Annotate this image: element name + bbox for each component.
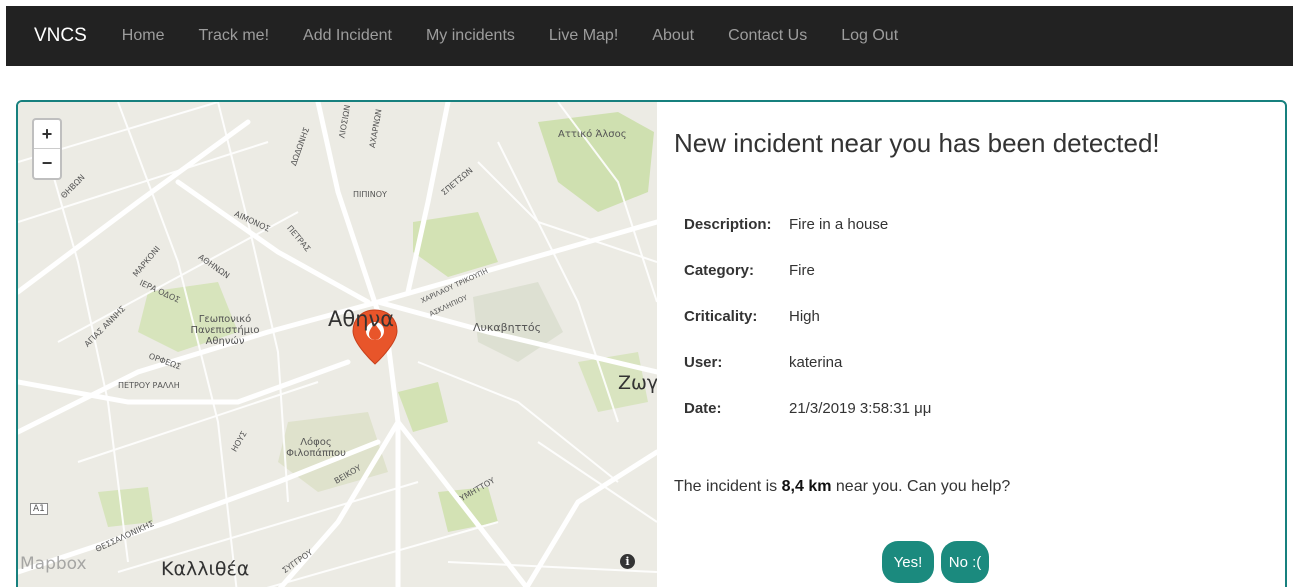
nav-about[interactable]: About: [652, 27, 694, 45]
field-label: Category:: [684, 262, 755, 279]
field-criticality: Criticality: High: [684, 308, 931, 354]
yes-button[interactable]: Yes!: [882, 541, 934, 583]
nav-home[interactable]: Home: [122, 27, 165, 45]
incident-panel: + − Αθηνα Καλλιθέα Λυκαβηττός Γεωπονικό …: [16, 100, 1287, 587]
incident-fields: Description: Fire in a house Category: F…: [684, 216, 931, 446]
top-navbar: VNCS Home Track me! Add Incident My inci…: [6, 6, 1293, 66]
field-date: Date: 21/3/2019 3:58:31 μμ: [684, 400, 931, 446]
field-label: Description:: [684, 216, 772, 233]
mapbox-logo[interactable]: Mapbox: [20, 554, 87, 574]
map-label-petrou-ralli: ΠΕΤΡΟΥ ΡΑΛΛΗ: [118, 381, 180, 390]
map-tiles: [18, 102, 657, 587]
field-category: Category: Fire: [684, 262, 931, 308]
map-label-university: Γεωπονικό Πανεπιστήμιο Αθηνών: [190, 314, 260, 347]
map-label-attiko-alsos: Αττικό Άλσος: [558, 129, 627, 140]
field-description: Description: Fire in a house: [684, 216, 931, 262]
nav-add-incident[interactable]: Add Incident: [303, 27, 392, 45]
info-icon[interactable]: i: [620, 554, 635, 569]
no-button[interactable]: No :(: [941, 541, 989, 583]
map-label-zografou: Ζωγ: [618, 372, 657, 394]
field-user: User: katerina: [684, 354, 931, 400]
zoom-control: + −: [32, 118, 62, 180]
brand-link[interactable]: VNCS: [34, 25, 87, 47]
incident-details: New incident near you has been detected!…: [657, 102, 1285, 587]
zoom-out-button[interactable]: −: [34, 149, 60, 178]
map-label-kallithea: Καλλιθέα: [161, 558, 250, 580]
field-label: User:: [684, 354, 723, 371]
incident-map[interactable]: + − Αθηνα Καλλιθέα Λυκαβηττός Γεωπονικό …: [18, 102, 657, 587]
map-label-lykavittos: Λυκαβηττός: [473, 321, 542, 334]
zoom-in-button[interactable]: +: [34, 120, 60, 149]
map-label-road-a1: A1: [30, 503, 48, 515]
field-value: Fire in a house: [789, 216, 889, 233]
nav-track-me[interactable]: Track me!: [198, 27, 269, 45]
nav-contact-us[interactable]: Contact Us: [728, 27, 807, 45]
field-value: High: [789, 308, 820, 325]
field-value: 21/3/2019 3:58:31 μμ: [789, 400, 932, 417]
map-label-athens: Αθηνα: [328, 307, 395, 331]
nav-live-map[interactable]: Live Map!: [549, 27, 618, 45]
field-value: katerina: [789, 354, 843, 371]
map-label-filopappou: Λόφος Φιλοπάππου: [286, 437, 346, 459]
distance-suffix: near you. Can you help?: [835, 478, 1011, 495]
map-label-pipinou: ΠΙΠΙΝΟΥ: [353, 190, 387, 199]
field-value: Fire: [789, 262, 815, 279]
nav-log-out[interactable]: Log Out: [841, 27, 898, 45]
field-label: Criticality:: [684, 308, 758, 325]
nav-my-incidents[interactable]: My incidents: [426, 27, 515, 45]
distance-value: 8,4 km: [781, 478, 832, 495]
incident-heading: New incident near you has been detected!: [674, 128, 1160, 158]
distance-message: The incident is 8,4 km near you. Can you…: [674, 478, 1010, 496]
field-label: Date:: [684, 400, 722, 417]
response-buttons: Yes! No :(: [882, 541, 989, 583]
distance-prefix: The incident is: [674, 478, 778, 495]
